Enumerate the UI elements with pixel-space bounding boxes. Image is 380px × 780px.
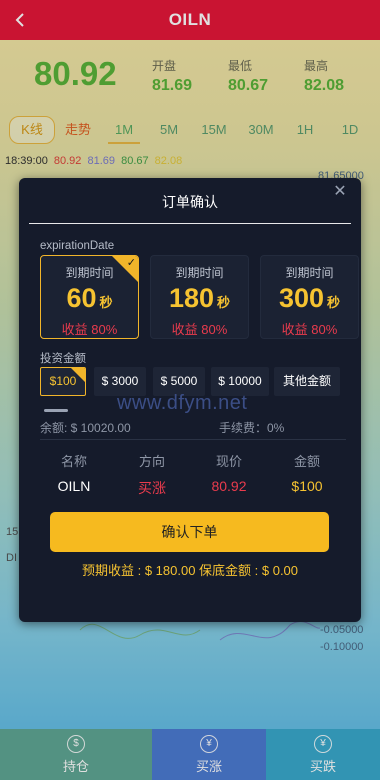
slider-indicator: [44, 409, 68, 412]
expiry-option-300[interactable]: 到期时间 300 秒 收益 80%: [260, 255, 359, 339]
dialog-title: 订单确认: [162, 194, 218, 210]
amount-option-other[interactable]: 其他金额: [274, 367, 340, 396]
order-price: 80.92: [211, 478, 247, 494]
fee-text: 手续费：0%: [219, 421, 285, 435]
watermark-text: www.dfym.net: [117, 392, 248, 414]
order-amount: $100: [291, 478, 323, 494]
expiry-option-60[interactable]: ✓ 到期时间 60 秒 收益 80%: [40, 255, 139, 339]
expiry-profit: 收益 80%: [171, 322, 228, 337]
expiry-profit: 收益 80%: [61, 322, 118, 337]
expiry-title: 到期时间: [175, 266, 224, 280]
expiration-label: expirationDate: [40, 240, 115, 252]
balance-text: 余额: $ 10020.00: [40, 421, 131, 435]
col-header-direction: 方向: [138, 454, 165, 469]
confirm-order-button[interactable]: 确认下单: [50, 512, 329, 552]
order-confirm-dialog: 订单确认 ✕ expirationDate ✓ 到期时间 60 秒 收益 80% …: [19, 178, 361, 622]
col-header-price: 现价: [215, 454, 242, 469]
expiry-profit: 收益 80%: [281, 322, 338, 337]
col-header-name: 名称: [60, 454, 87, 469]
close-icon[interactable]: ✕: [331, 184, 349, 202]
order-direction: 买涨: [138, 480, 166, 496]
expiry-seconds: 180 秒: [168, 283, 231, 313]
amount-option-100[interactable]: $100: [40, 367, 86, 396]
expiry-title: 到期时间: [285, 266, 334, 280]
expiry-seconds: 60 秒: [66, 283, 113, 313]
expected-return-text: 预期收益 : $ 180.00 保底金额 : $ 0.00: [81, 563, 299, 578]
expiry-seconds: 300 秒: [278, 283, 341, 313]
selected-corner: [71, 368, 85, 382]
expiry-option-180[interactable]: 到期时间 180 秒 收益 80%: [150, 255, 249, 339]
investment-label: 投资金额: [40, 353, 86, 365]
col-header-amount: 金额: [293, 454, 320, 469]
expiry-title: 到期时间: [65, 266, 114, 280]
order-name: OILN: [57, 478, 91, 494]
divider: [40, 439, 346, 440]
divider: [29, 223, 351, 224]
